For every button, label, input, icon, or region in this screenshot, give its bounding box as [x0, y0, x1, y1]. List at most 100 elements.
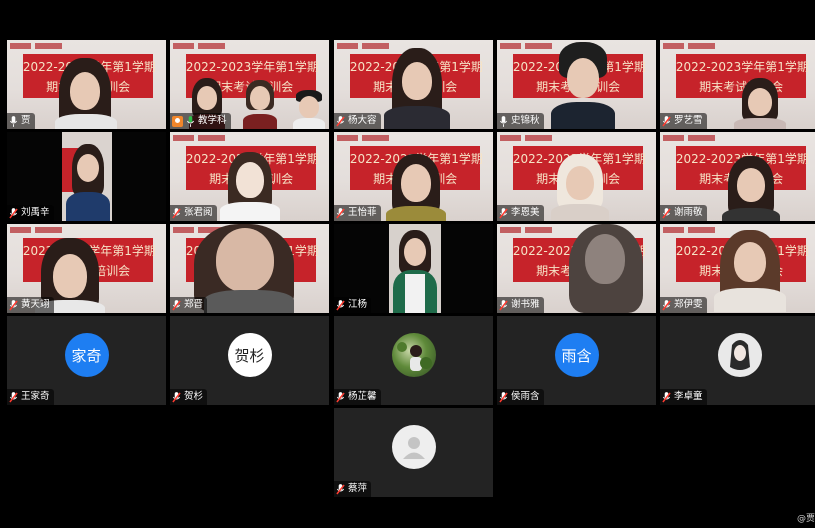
avatar-tile[interactable]: 蔡萍 — [334, 408, 493, 497]
mic-muted-icon — [336, 115, 345, 126]
participant-name-bar: 王怡菲 — [334, 205, 381, 221]
participant-name-bar: 郑晋 — [170, 297, 208, 313]
mic-muted-icon — [499, 299, 508, 310]
participant-video — [62, 132, 112, 221]
avatar-tile[interactable]: 贺杉 贺杉 — [170, 316, 329, 405]
participant-name: 王家奇 — [21, 391, 50, 402]
avatar: 家奇 — [64, 333, 109, 377]
default-user-icon — [402, 437, 425, 459]
mic-on-icon — [9, 115, 18, 127]
participant-name-bar: 谢书雅 — [497, 297, 544, 313]
video-tile[interactable]: 2022-2023学年第1学期 期末考试培训会 谢书雅 — [497, 224, 656, 313]
participant-name-bar: 杨大容 — [334, 113, 381, 129]
participant-name-bar: 刘禹辛 — [7, 205, 54, 221]
participant-name-bar: 教学科 — [170, 113, 231, 129]
participant-name: 李恩美 — [511, 207, 540, 218]
video-tile[interactable]: 2022-2023学年第1学期 期末考试培训会 黄天翊 — [7, 224, 166, 313]
video-tile[interactable]: 2022-2023学年第1学期 期末考试培训会 李恩美 — [497, 132, 656, 221]
school-logo — [500, 227, 552, 233]
participant-name-bar: 黄天翊 — [7, 297, 54, 313]
participant-name-bar: 史锦秋 — [497, 113, 544, 129]
participant-name: 贺杉 — [184, 391, 204, 402]
participant-name: 贾 — [21, 115, 31, 126]
mic-muted-icon — [662, 207, 671, 218]
mic-muted-icon — [662, 391, 671, 402]
participant-name: 张君阅 — [184, 207, 213, 218]
video-tile[interactable]: 2022-2023学年第1学期 期末考试培训会 罗艺雪 — [660, 40, 815, 129]
participant-name: 蔡萍 — [348, 483, 368, 494]
participant-name: 杨大容 — [348, 115, 377, 126]
participant-name: 江杨 — [348, 299, 368, 310]
school-logo — [10, 227, 62, 233]
mic-muted-icon — [9, 207, 18, 218]
avatar: 雨含 — [554, 333, 599, 377]
mic-muted-icon — [336, 483, 345, 494]
mic-muted-icon — [336, 391, 345, 402]
participant-name: 李卓童 — [674, 391, 703, 402]
participant-name-bar: 蔡萍 — [334, 481, 372, 497]
avatar: 贺杉 — [227, 333, 272, 377]
participant-name-bar: 侯雨含 — [497, 389, 544, 405]
participant-name-bar: 李卓童 — [660, 389, 707, 405]
mic-muted-icon — [336, 299, 345, 310]
participant-name: 王怡菲 — [348, 207, 377, 218]
participant-name-bar: 谢雨敬 — [660, 205, 707, 221]
participant-name-bar: 王家奇 — [7, 389, 54, 405]
plant-photo-icon — [396, 342, 432, 371]
school-logo — [337, 43, 389, 49]
avatar-tile[interactable]: 雨含 侯雨含 — [497, 316, 656, 405]
school-logo — [173, 43, 225, 49]
mic-muted-icon — [499, 207, 508, 218]
participant-name: 郑晋 — [184, 299, 204, 310]
video-tile[interactable]: 2022-2023学年第1学期 期末考试培训会 郑伊雯 — [660, 224, 815, 313]
avatar-photo — [391, 333, 436, 377]
participant-name: 教学科 — [198, 115, 227, 126]
school-logo — [500, 43, 552, 49]
participant-name-bar: 李恩美 — [497, 205, 544, 221]
video-tile[interactable]: 2022-2023学年第1学期 期末考试培训会 史锦秋 — [497, 40, 656, 129]
participant-name: 谢雨敬 — [674, 207, 703, 218]
participant-name-bar: 江杨 — [334, 297, 372, 313]
red-banner: 2022-2023学年第1学期 期末考试培训会 — [675, 54, 809, 98]
avatar-tile[interactable]: 杨芷馨 — [334, 316, 493, 405]
participant-name: 侯雨含 — [511, 391, 540, 402]
school-logo — [663, 135, 715, 141]
mic-muted-icon — [662, 299, 671, 310]
school-logo — [337, 135, 389, 141]
participant-name: 刘禹辛 — [21, 207, 50, 218]
video-tile[interactable]: 江杨 — [334, 224, 493, 313]
participant-name: 史锦秋 — [511, 115, 540, 126]
participant-name: 罗艺雪 — [674, 115, 703, 126]
mic-muted-icon — [662, 115, 671, 126]
mic-muted-icon — [9, 391, 18, 402]
video-tile[interactable]: 2022-2023学年第1学期 期末考试培训会 郑晋 — [170, 224, 329, 313]
video-tile[interactable]: 刘禹辛 — [7, 132, 166, 221]
host-icon — [172, 115, 183, 127]
participant-name: 谢书雅 — [511, 299, 540, 310]
mic-muted-icon — [499, 391, 508, 402]
video-tile[interactable]: 2022-2023学年第1学期 期末考试培训会 谢雨敬 — [660, 132, 815, 221]
mic-muted-icon — [172, 207, 181, 218]
avatar-photo — [717, 333, 762, 377]
video-tile[interactable]: 2022-2023学年第1学期 期末考试培训会 贾 — [7, 40, 166, 129]
school-logo — [500, 135, 552, 141]
participant-name: 郑伊雯 — [674, 299, 703, 310]
meeting-window: { "banner": { "line1": "2022-2023学年第1学期"… — [0, 0, 815, 528]
video-tile[interactable]: 2022-2023学年第1学期 期末考试培训会 杨大容 — [334, 40, 493, 129]
video-tile-active-speaker[interactable]: 2022-2023学年第1学期 期末考试培训会 教学科 — [170, 40, 329, 129]
school-logo — [10, 43, 62, 49]
school-logo — [663, 227, 715, 233]
participant-name-bar: 罗艺雪 — [660, 113, 707, 129]
mic-muted-icon — [336, 207, 345, 218]
watermark-text: @贾 — [796, 514, 815, 524]
participant-name: 黄天翊 — [21, 299, 50, 310]
avatar-tile[interactable]: 家奇 王家奇 — [7, 316, 166, 405]
video-tile[interactable]: 2022-2023学年第1学期 期末考试培训会 张君阅 — [170, 132, 329, 221]
participant-name-bar: 郑伊雯 — [660, 297, 707, 313]
participant-name-bar: 贾 — [7, 113, 35, 129]
participant-video — [389, 224, 441, 313]
video-tile[interactable]: 2022-2023学年第1学期 期末考试培训会 王怡菲 — [334, 132, 493, 221]
avatar-tile[interactable]: 李卓童 — [660, 316, 815, 405]
person-photo-icon — [729, 340, 750, 370]
mic-on-icon — [186, 115, 195, 127]
